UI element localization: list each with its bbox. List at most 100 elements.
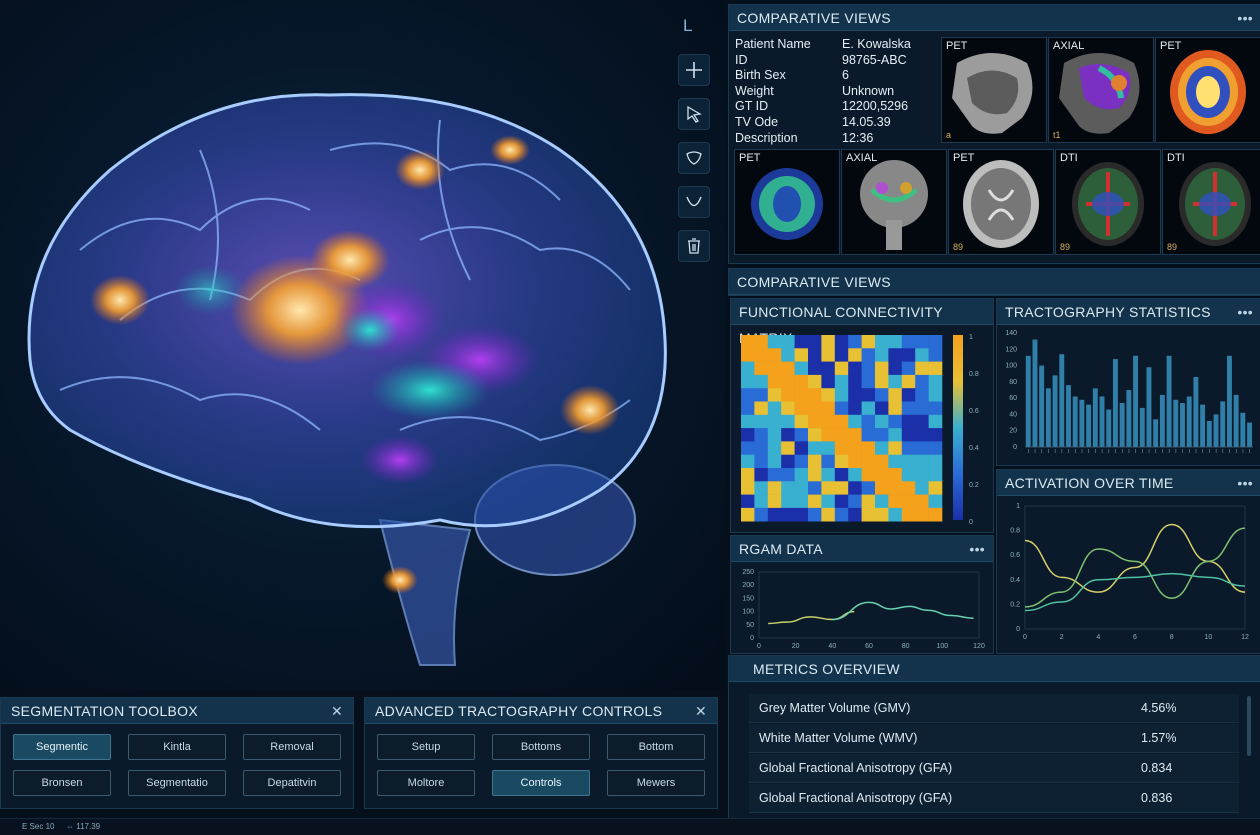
toolbox-button[interactable]: Controls <box>492 770 590 796</box>
close-icon[interactable]: ✕ <box>331 698 343 724</box>
bar <box>1186 396 1192 447</box>
toolbox-button[interactable]: Segmentatio <box>128 770 226 796</box>
y-tick-label: 20 <box>1009 428 1017 435</box>
heatmap-cell <box>875 468 889 482</box>
heatmap-cell <box>741 361 755 376</box>
toolbox-button[interactable]: Bronsen <box>13 770 111 796</box>
metric-label: Global Fractional Anisotropy (GFA) <box>759 761 953 775</box>
bar <box>1066 385 1071 447</box>
colorbar-tick: 0.4 <box>969 445 979 452</box>
comparative-views-header: COMPARATIVE VIEWS ••• <box>729 5 1260 31</box>
image-thumbnail[interactable]: AXIAL t1 <box>1048 37 1154 143</box>
heatmap-cell <box>888 335 903 349</box>
patient-field-value: 6 <box>842 68 849 83</box>
select-tool-button[interactable] <box>678 98 710 130</box>
curve-icon <box>686 196 702 207</box>
heatmap-cell <box>767 414 782 429</box>
colorbar-tick: 0.8 <box>969 371 979 378</box>
heatmap-cell <box>834 481 849 495</box>
heatmap-cell <box>794 494 809 509</box>
scan-slice-image <box>963 160 1039 248</box>
metrics-title: METRICS OVERVIEW <box>753 661 900 677</box>
toolbox-button[interactable]: Depatitvin <box>243 770 341 796</box>
heatmap-cell <box>754 388 769 402</box>
colorbar-tick: 0 <box>969 519 973 526</box>
y-tick-label: 60 <box>1009 395 1017 402</box>
metrics-scrollbar[interactable] <box>1247 696 1251 756</box>
tract-more-icon[interactable]: ••• <box>1237 299 1253 325</box>
bar <box>1173 399 1179 447</box>
thumbnail-label: PET <box>946 40 968 52</box>
heatmap-cell <box>821 481 836 495</box>
patient-row: ID 98765-ABC <box>735 53 911 69</box>
toolbox-button[interactable]: Setup <box>377 734 475 760</box>
heatmap-cell <box>915 388 929 402</box>
heatmap-cell <box>848 335 862 349</box>
heatmap-cell <box>741 428 755 442</box>
heatmap-cell <box>754 454 769 469</box>
heatmap-cell <box>875 335 889 349</box>
heatmap-cell <box>821 414 836 429</box>
bar <box>1206 420 1212 447</box>
x-tick-label: 20 <box>792 643 800 650</box>
toolbox-button[interactable]: Bottoms <box>492 734 590 760</box>
heatmap-cell <box>888 441 903 455</box>
image-thumbnail[interactable]: PET 89 <box>948 149 1054 255</box>
toolbox-button[interactable]: Kintla <box>128 734 226 760</box>
more-options-icon[interactable]: ••• <box>1237 5 1253 31</box>
brain-3d-viewport[interactable] <box>0 0 725 690</box>
heatmap-cell <box>794 428 809 442</box>
view-label: L <box>683 16 693 35</box>
scan-slice-image <box>1179 162 1251 246</box>
scan-slice-image <box>1059 53 1140 134</box>
tractography-bar-chart: 0 20 40 60 80 100 120 140 <box>1005 330 1253 453</box>
add-tool-button[interactable] <box>678 54 710 86</box>
close-icon[interactable]: ✕ <box>695 698 707 724</box>
bar <box>1119 403 1125 447</box>
activation-more-icon[interactable]: ••• <box>1237 470 1253 496</box>
image-thumbnail[interactable]: DTI 89 <box>1055 149 1161 255</box>
toolbox-button[interactable]: Removal <box>243 734 341 760</box>
heatmap-cell <box>781 454 795 469</box>
image-thumbnail[interactable]: PET a <box>941 37 1047 143</box>
lasso-tool-button[interactable] <box>678 142 710 174</box>
thumbnail-label: DTI <box>1060 152 1078 164</box>
heatmap-cell <box>915 494 929 509</box>
curve-tool-button[interactable] <box>678 186 710 218</box>
heatmap-cell <box>928 428 943 442</box>
toolbox-button[interactable]: Mewers <box>607 770 705 796</box>
heatmap-cell <box>875 401 889 416</box>
image-thumbnail[interactable]: DTI 89 <box>1162 149 1260 255</box>
toolbox-button[interactable]: Bottom <box>607 734 705 760</box>
toolbox-button[interactable]: Moltore <box>377 770 475 796</box>
heatmap-cell <box>754 414 769 429</box>
tract-header: TRACTOGRAPHY STATISTICS ••• <box>997 299 1260 325</box>
heatmap-cell <box>888 468 903 482</box>
heatmap-cell <box>875 348 889 362</box>
image-thumbnail[interactable]: PET <box>1155 37 1260 143</box>
image-thumbnail[interactable]: PET <box>734 149 840 255</box>
thumbnail-badge: a <box>946 130 952 140</box>
heatmap-cell <box>794 388 809 402</box>
bar <box>1193 376 1199 447</box>
rgam-more-icon[interactable]: ••• <box>969 536 985 562</box>
heatmap-cell <box>821 388 836 402</box>
y-tick-label: 0.4 <box>1010 577 1020 584</box>
heatmap-cell <box>888 414 903 429</box>
heatmap-cell <box>901 428 916 442</box>
image-thumbnail[interactable]: AXIAL <box>841 149 947 255</box>
toolbox-button[interactable]: Segmentic <box>13 734 111 760</box>
heatmap-cell <box>888 507 903 522</box>
heatmap-cell <box>875 441 889 455</box>
thumbnail-label: PET <box>953 152 975 164</box>
heatmap-cell <box>834 441 849 455</box>
heatmap-cell <box>781 494 795 509</box>
thumbnail-label: AXIAL <box>1053 40 1085 52</box>
thumbnail-label: PET <box>739 152 761 164</box>
x-tick-label: 0 <box>1023 634 1027 641</box>
heatmap-cell <box>915 335 929 349</box>
heatmap-cell <box>767 361 782 376</box>
heatmap-cell <box>794 468 809 482</box>
heatmap-cell <box>848 361 862 376</box>
delete-tool-button[interactable] <box>678 230 710 262</box>
